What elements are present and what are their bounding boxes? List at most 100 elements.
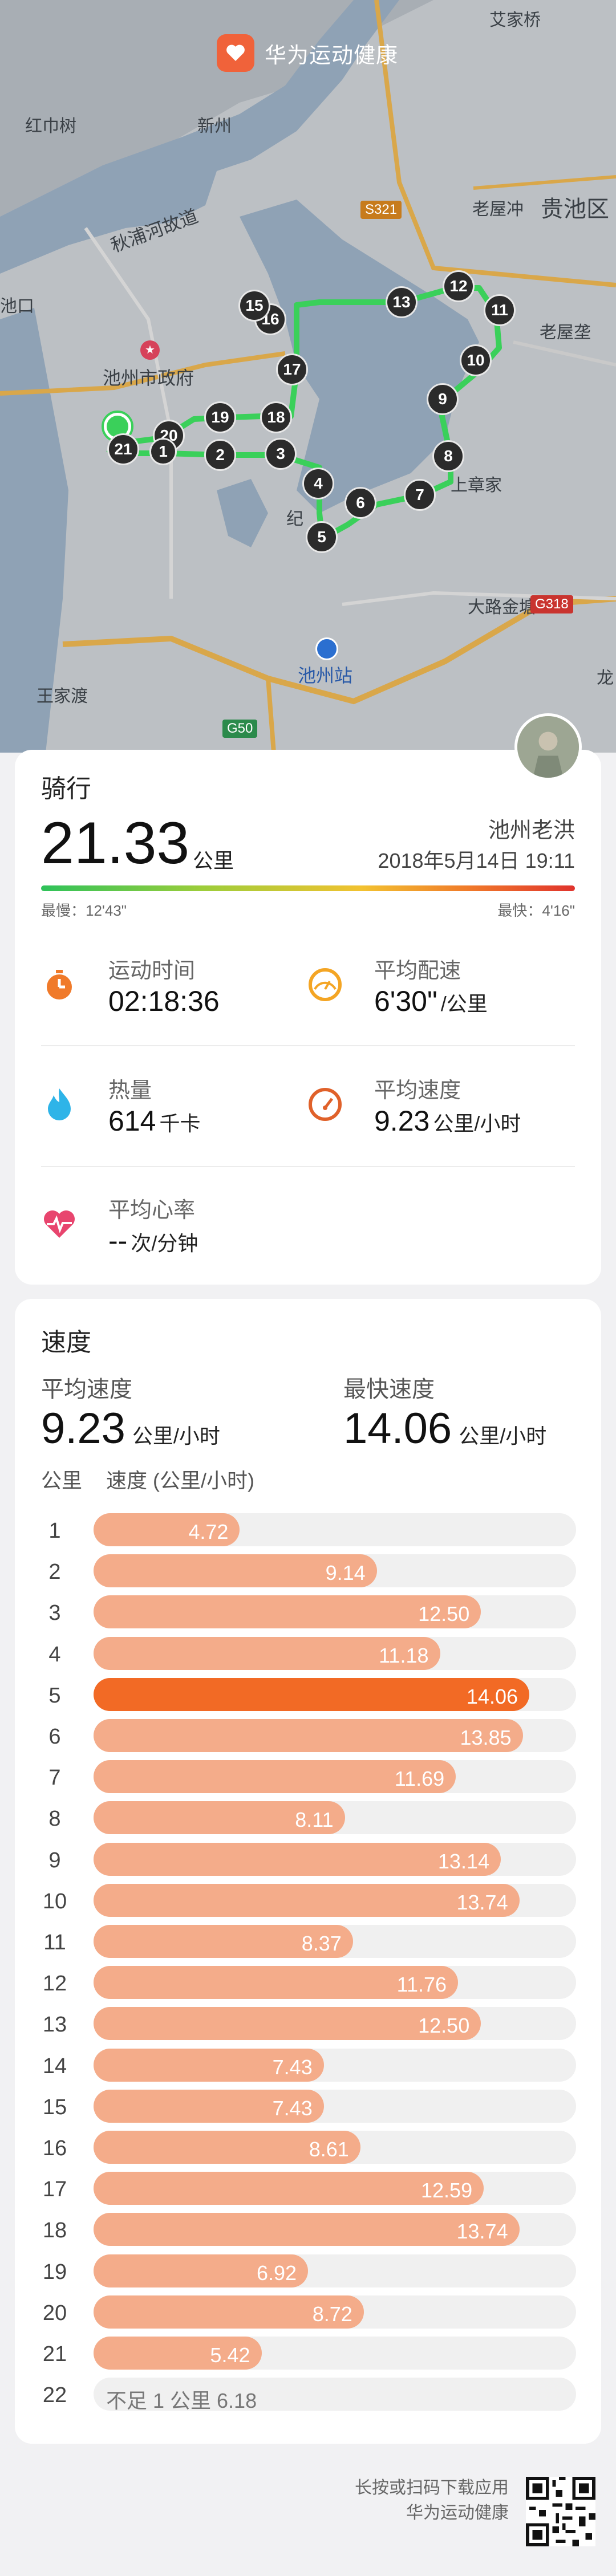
- speed-bar-track: 8.11: [94, 1801, 576, 1835]
- km-marker[interactable]: 8: [432, 440, 464, 472]
- km-label: 9: [48, 1848, 61, 1872]
- map-place-label: 新州: [197, 117, 232, 136]
- road-shield: G50: [222, 720, 258, 738]
- km-marker[interactable]: 2: [204, 439, 236, 471]
- max-speed-label: 最快速度: [343, 1377, 435, 1402]
- avg-speed-value: 9.23 公里/小时: [41, 1404, 220, 1453]
- metric-pace: 平均配速 6'30"/公里: [307, 953, 575, 1021]
- footer-app-name: 华为运动健康: [406, 2504, 509, 2522]
- km-marker[interactable]: 7: [404, 479, 436, 511]
- stopwatch-icon: [47, 970, 72, 999]
- map-background: [0, 0, 616, 753]
- speed-row: 7 11.69: [15, 1760, 601, 1794]
- km-label: 10: [42, 1889, 67, 1913]
- map-place-label: 纪: [286, 510, 303, 529]
- speed-row: 14 7.43: [15, 2048, 601, 2082]
- speed-value-label: 8.72: [312, 2302, 352, 2326]
- km-marker[interactable]: 9: [427, 383, 459, 415]
- map-place-label: 池州站: [298, 665, 353, 686]
- km-marker[interactable]: 19: [204, 401, 236, 433]
- speed-bar-track: 7.43: [94, 2089, 576, 2123]
- speed-row-partial: 22 不足 1 公里 6.18: [15, 2378, 601, 2413]
- train-station-icon: [315, 637, 338, 660]
- speed-bar-track: 7.43: [94, 2048, 576, 2082]
- km-label: 4: [48, 1642, 61, 1667]
- heart-rate-icon: [44, 1210, 75, 1238]
- metric-label: 平均配速: [374, 959, 461, 983]
- speed-row: 17 12.59: [15, 2172, 601, 2205]
- km-marker[interactable]: 6: [345, 487, 376, 519]
- qr-code[interactable]: [526, 2477, 595, 2546]
- km-label: 1: [48, 1519, 61, 1543]
- speed-value-label: 12.59: [421, 2179, 473, 2203]
- metric-label: 热量: [108, 1079, 152, 1103]
- speed-value-label: 7.43: [272, 2096, 313, 2120]
- speed-bar-track: 4.72: [94, 1513, 576, 1546]
- government-icon: ★: [140, 340, 160, 360]
- avatar[interactable]: [514, 713, 582, 781]
- speed-bar-track: 12.50: [94, 2007, 576, 2041]
- km-marker[interactable]: 17: [276, 354, 308, 385]
- speed-value-label: 11.69: [394, 1767, 445, 1791]
- speed-value-label: 13.74: [456, 2220, 508, 2244]
- app-name: 华为运动健康: [265, 43, 399, 68]
- km-marker[interactable]: 11: [484, 294, 516, 326]
- km-label: 3: [48, 1601, 61, 1626]
- km-marker[interactable]: 18: [260, 401, 292, 433]
- km-label: 7: [48, 1766, 61, 1790]
- map-place-label: 大路金塘: [468, 598, 536, 617]
- km-marker[interactable]: 4: [302, 468, 334, 499]
- road-shield: S321: [360, 201, 402, 219]
- speed-bar-track: 13.74: [94, 2213, 576, 2246]
- km-label: 5: [48, 1683, 61, 1708]
- speed-bar-track: 不足 1 公里 6.18: [94, 2378, 576, 2413]
- speed-bar-track: 11.69: [94, 1760, 576, 1794]
- speed-row: 15 7.43: [15, 2089, 601, 2123]
- speed-value-label: 13.14: [437, 1849, 489, 1873]
- km-marker[interactable]: 3: [265, 438, 297, 470]
- km-label: 20: [42, 2301, 67, 2325]
- map-place-label: 王家渡: [37, 687, 88, 706]
- km-label: 12: [42, 1972, 67, 1996]
- km-label: 6: [48, 1725, 61, 1749]
- metric-label: 平均速度: [374, 1079, 461, 1103]
- speed-bar-track: 8.61: [94, 2131, 576, 2164]
- km-marker[interactable]: 1: [149, 438, 177, 465]
- speed-row: 5 14.06: [15, 1677, 601, 1711]
- distance-unit: 公里: [193, 849, 234, 872]
- speed-row: 21 5.42: [15, 2337, 601, 2370]
- pace-gradient-bar: [41, 885, 575, 891]
- km-marker[interactable]: 21: [107, 433, 139, 465]
- km-label: 15: [42, 2095, 67, 2119]
- speed-value-label: 8.61: [309, 2138, 349, 2161]
- column-header-speed: 速度 (公里/小时): [106, 1469, 254, 1492]
- speed-row: 13 12.50: [15, 2007, 601, 2041]
- metric-value: 6'30"/公里: [374, 985, 488, 1017]
- divider: [41, 1166, 575, 1167]
- km-marker[interactable]: 5: [306, 521, 338, 553]
- speed-row: 6 13.85: [15, 1719, 601, 1752]
- route-map[interactable]: 华为运动健康 艾家桥 红巾树 新州 秋浦河故道 S321 老屋冲 贵池区 池口 …: [0, 0, 616, 753]
- km-marker[interactable]: 13: [386, 286, 418, 318]
- speed-value-label: 5.42: [210, 2343, 250, 2367]
- speed-value-label: 7.43: [272, 2055, 313, 2079]
- km-marker[interactable]: 15: [238, 290, 270, 322]
- flame-icon: [48, 1088, 71, 1120]
- divider: [41, 1045, 575, 1046]
- speed-row: 11 8.37: [15, 1925, 601, 1958]
- speed-bar-track: 8.37: [94, 1925, 576, 1958]
- speed-row: 8 8.11: [15, 1801, 601, 1835]
- km-marker[interactable]: 10: [460, 344, 492, 376]
- metric-value: 614 千卡: [108, 1105, 201, 1137]
- speed-row: 4 11.18: [15, 1636, 601, 1670]
- speed-row: 18 13.74: [15, 2213, 601, 2246]
- km-marker[interactable]: 12: [443, 270, 475, 302]
- speed-row: 1 4.72: [15, 1513, 601, 1546]
- partial-km-note: 不足 1 公里 6.18: [106, 2389, 257, 2413]
- metric-value: 9.23 公里/小时: [374, 1105, 521, 1137]
- speed-row: 2 9.14: [15, 1554, 601, 1588]
- user-name: 池州老洪: [488, 819, 575, 843]
- map-place-label: 池州市政府: [103, 368, 194, 388]
- speed-row: 9 13.14: [15, 1842, 601, 1876]
- speed-value-label: 11.76: [396, 1973, 447, 1997]
